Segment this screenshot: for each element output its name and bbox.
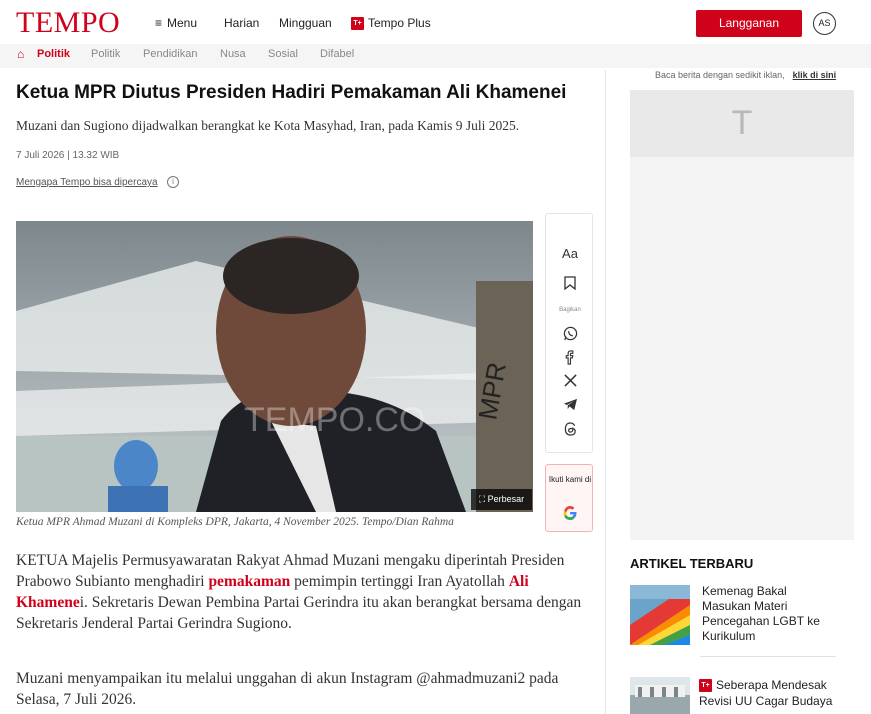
subnav-item-pendidikan[interactable]: Pendidikan <box>143 48 197 60</box>
top-header: TEMPO ≡ Menu Harian Mingguan T+ Tempo Plu… <box>0 0 871 44</box>
photo-caption: Ketua MPR Ahmad Muzani di Kompleks DPR, … <box>16 516 454 528</box>
nav-tempo-plus-label: Tempo Plus <box>368 16 431 30</box>
article-photo[interactable]: MPR TEMPO.CO <box>16 221 533 512</box>
menu-button[interactable]: ≡ Menu <box>155 16 197 30</box>
ad-notice: Baca berita dengan sedikit iklan, klik di… <box>655 70 836 80</box>
subnav-item-sosial[interactable]: Sosial <box>268 48 298 60</box>
menu-label: Menu <box>167 16 198 30</box>
article-thumbnail-1[interactable] <box>630 585 690 645</box>
user-avatar[interactable]: AS <box>813 12 836 35</box>
latest-articles-heading: ARTIKEL TERBARU <box>630 556 754 571</box>
telegram-icon[interactable] <box>546 398 594 414</box>
p1-text-b: pemimpin tertinggi Iran Ayatollah <box>290 573 509 590</box>
p1-text-c: i. Sekretaris Dewan Pembina Partai Gerin… <box>16 594 582 632</box>
ad-banner[interactable]: T <box>630 90 854 157</box>
subnav-active-politik[interactable]: Politik <box>37 48 70 60</box>
nav-harian[interactable]: Harian <box>224 16 259 30</box>
enlarge-button[interactable]: ⛶ Perbesar <box>471 489 532 510</box>
nav-tempo-plus[interactable]: T+ Tempo Plus <box>351 16 431 31</box>
expand-icon: ⛶ <box>478 494 488 504</box>
article-thumbnail-2[interactable] <box>630 677 690 714</box>
info-icon[interactable]: i <box>167 176 179 188</box>
tempo-plus-badge: T+ <box>351 17 364 31</box>
share-toolbar: Aa Bagikan <box>545 213 593 453</box>
tempo-logo[interactable]: TEMPO <box>16 8 120 38</box>
ad-free-link[interactable]: klik di sini <box>793 70 837 80</box>
menu-icon: ≡ <box>155 16 163 30</box>
subscribe-button[interactable]: Langganan <box>696 10 802 37</box>
follow-label: Ikuti kami di <box>548 475 592 484</box>
facebook-icon[interactable] <box>546 350 594 368</box>
section-subnav: ⌂ Politik Politik Pendidikan Nusa Sosial… <box>0 44 871 68</box>
article-date: 7 Juli 2026 | 13.32 WIB <box>16 150 120 161</box>
latest-article-title-2-text: Seberapa Mendesak Revisi UU Cagar Budaya <box>699 678 833 708</box>
tag-link-pemakaman[interactable]: pemakaman <box>208 573 290 590</box>
latest-article-title-1[interactable]: Kemenag Bakal Masukan Materi Pencegahan … <box>702 584 832 644</box>
google-icon <box>563 506 577 520</box>
nav-mingguan[interactable]: Mingguan <box>279 16 332 30</box>
photo-watermark: TEMPO.CO <box>244 401 425 439</box>
article-title: Ketua MPR Diutus Presiden Hadiri Pemakam… <box>16 82 567 103</box>
subnav-item-nusa[interactable]: Nusa <box>220 48 246 60</box>
whatsapp-icon[interactable] <box>546 326 594 344</box>
font-size-button[interactable]: Aa <box>546 246 594 261</box>
article-paragraph-1: KETUA Majelis Permusyawaratan Rakyat Ahm… <box>16 550 596 634</box>
ad-space <box>630 157 854 540</box>
column-divider <box>605 70 606 714</box>
tempo-plus-badge: T+ <box>699 679 712 693</box>
subnav-item-politik[interactable]: Politik <box>91 48 120 60</box>
photo-illustration: MPR TEMPO.CO <box>16 221 533 512</box>
subnav-item-difabel[interactable]: Difabel <box>320 48 354 60</box>
follow-google-news[interactable]: Ikuti kami di <box>545 464 593 532</box>
home-icon[interactable]: ⌂ <box>17 47 24 61</box>
bookmark-icon[interactable] <box>546 276 594 293</box>
ad-placeholder-logo: T <box>731 104 753 142</box>
trust-link[interactable]: Mengapa Tempo bisa dipercaya <box>16 177 158 188</box>
share-label: Bagikan <box>559 307 581 313</box>
ad-notice-text: Baca berita dengan sedikit iklan, <box>655 70 785 80</box>
latest-article-title-2[interactable]: T+ Seberapa Mendesak Revisi UU Cagar Buda… <box>699 677 839 709</box>
enlarge-label: Perbesar <box>487 494 525 504</box>
article-separator <box>700 656 836 657</box>
threads-icon[interactable] <box>546 422 594 439</box>
article-paragraph-2: Muzani menyampaikan itu melalui unggahan… <box>16 670 559 708</box>
x-twitter-icon[interactable] <box>546 374 594 390</box>
article-lead: Muzani dan Sugiono dijadwalkan berangkat… <box>16 118 520 133</box>
